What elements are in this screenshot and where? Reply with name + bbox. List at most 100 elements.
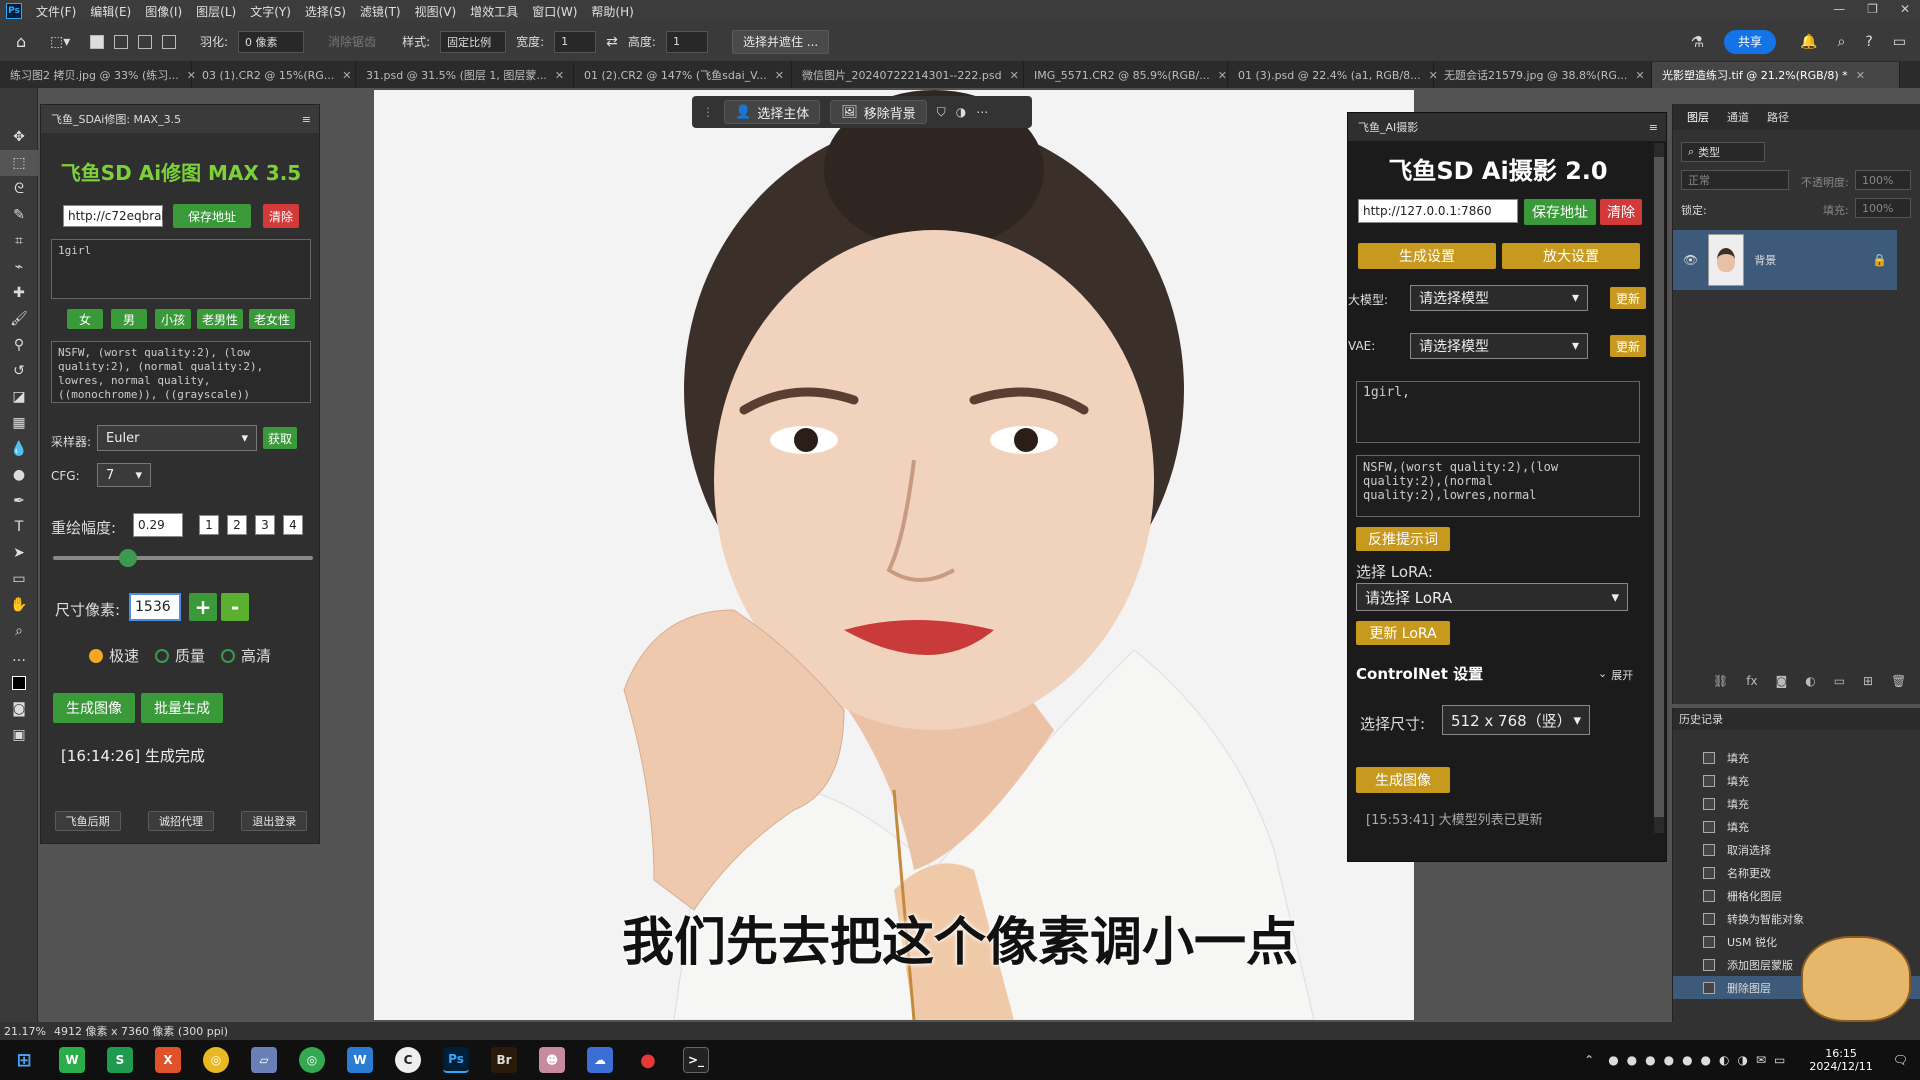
- menu-select[interactable]: 选择(S): [305, 3, 346, 20]
- size-select[interactable]: 512 x 768（竖） ▾: [1442, 705, 1590, 735]
- batch-generate-button[interactable]: 批量生成: [141, 693, 223, 723]
- drag-handle-icon[interactable]: ⋮: [702, 105, 714, 119]
- tab-layers[interactable]: 图层: [1687, 109, 1709, 125]
- panel-scrollbar[interactable]: [1654, 143, 1664, 833]
- doc-tab[interactable]: 01 (2).CR2 @ 147% (飞鱼sdai_V... ✕: [574, 62, 792, 88]
- mode-radio-hd[interactable]: 高清: [221, 645, 271, 666]
- doc-tab[interactable]: 练习图2 拷贝.jpg @ 33% (练习... ✕: [0, 62, 196, 88]
- negative-prompt-textarea[interactable]: NSFW, (worst quality:2), (low quality:2)…: [51, 341, 311, 403]
- save-address-button[interactable]: 保存地址: [1524, 199, 1596, 225]
- history-item[interactable]: 填充: [1673, 815, 1920, 838]
- generate-image-button[interactable]: 生成图像: [1356, 767, 1450, 793]
- move-tool-icon[interactable]: ✥: [0, 124, 38, 150]
- layer-filter-input[interactable]: ⌕ 类型: [1681, 142, 1765, 162]
- lora-select[interactable]: 请选择 LoRA ▾: [1356, 583, 1628, 611]
- tab-paths[interactable]: 路径: [1767, 109, 1789, 125]
- blur-tool-icon[interactable]: 💧: [0, 436, 38, 462]
- style-select[interactable]: 固定比例: [440, 30, 507, 53]
- clear-button[interactable]: 清除: [1600, 199, 1642, 225]
- antialias-checkbox[interactable]: 消除锯齿: [328, 33, 376, 50]
- close-icon[interactable]: ✕: [1900, 2, 1910, 16]
- history-item[interactable]: 转换为智能对象: [1673, 907, 1920, 930]
- doc-tab[interactable]: 无题会话21579.jpg @ 38.8%(RG... ✕: [1434, 62, 1652, 88]
- restore-icon[interactable]: ❐: [1867, 2, 1878, 16]
- dodge-tool-icon[interactable]: ●: [0, 462, 38, 488]
- doc-tab[interactable]: 03 (1).CR2 @ 15%(RG... ✕: [192, 62, 356, 88]
- link-icon[interactable]: ⛓: [1713, 674, 1728, 688]
- flask-icon[interactable]: ⚗: [1691, 33, 1704, 51]
- menu-view[interactable]: 视图(V): [415, 3, 457, 20]
- wechat-icon[interactable]: W: [59, 1047, 85, 1073]
- files-icon[interactable]: ▱: [251, 1047, 277, 1073]
- stamp-tool-icon[interactable]: ⚲: [0, 332, 38, 358]
- eye-icon[interactable]: 👁: [1683, 253, 1698, 267]
- menu-window[interactable]: 窗口(W): [532, 3, 577, 20]
- update-vae-button[interactable]: 更新: [1610, 335, 1646, 357]
- bell-icon[interactable]: 🔔: [1800, 34, 1817, 50]
- avatar-app-icon[interactable]: ☻: [539, 1047, 565, 1073]
- bridge-icon[interactable]: Br: [491, 1047, 517, 1073]
- generate-image-button[interactable]: 生成图像: [53, 693, 135, 723]
- tag-old-man-button[interactable]: 老男性: [197, 309, 243, 329]
- sampler-select[interactable]: Euler ▾: [97, 425, 257, 451]
- c-app-icon[interactable]: C: [395, 1047, 421, 1073]
- update-lora-button[interactable]: 更新 LoRA: [1356, 621, 1450, 645]
- tag-old-woman-button[interactable]: 老女性: [249, 309, 295, 329]
- increase-size-button[interactable]: +: [189, 593, 217, 621]
- intersect-selection-icon[interactable]: [162, 34, 176, 49]
- doc-tab[interactable]: 微信图片_20240722214301--222.psd ✕: [792, 62, 1024, 88]
- preset-3-button[interactable]: 3: [255, 515, 275, 535]
- expand-toggle[interactable]: ⌄ 展开: [1598, 667, 1633, 683]
- feather-input[interactable]: 0 像素: [238, 30, 305, 53]
- doc-tab[interactable]: 01 (3).psd @ 22.4% (a1, RGB/8... ✕: [1228, 62, 1438, 88]
- app-x-icon[interactable]: X: [155, 1047, 181, 1073]
- chrome-alt-icon[interactable]: ◎: [299, 1047, 325, 1073]
- select-subject-button[interactable]: 👤 选择主体: [724, 100, 821, 124]
- panel-menu-icon[interactable]: ≡: [302, 113, 311, 126]
- opacity-input[interactable]: 100%: [1855, 170, 1911, 190]
- lasso-tool-icon[interactable]: ᘓ: [0, 176, 38, 202]
- more-icon[interactable]: ⋯: [976, 105, 988, 119]
- update-model-button[interactable]: 更新: [1610, 287, 1646, 309]
- close-icon[interactable]: ✕: [1635, 69, 1644, 82]
- cfg-select[interactable]: 7 ▾: [97, 463, 151, 487]
- subtract-selection-icon[interactable]: [138, 34, 152, 49]
- fetch-button[interactable]: 获取: [263, 427, 297, 449]
- tag-female-button[interactable]: 女: [67, 309, 103, 329]
- record-icon[interactable]: ●: [635, 1047, 661, 1073]
- minimize-icon[interactable]: —: [1833, 2, 1845, 16]
- generation-settings-tab[interactable]: 生成设置: [1358, 243, 1496, 269]
- tag-male-button[interactable]: 男: [111, 309, 147, 329]
- panel-menu-icon[interactable]: ≡: [1649, 121, 1658, 134]
- screen-mode-icon[interactable]: ▣: [0, 722, 38, 748]
- doc-tab[interactable]: IMG_5571.CR2 @ 85.9%(RGB/... ✕: [1024, 62, 1228, 88]
- upscale-settings-tab[interactable]: 放大设置: [1502, 243, 1640, 269]
- new-selection-icon[interactable]: [90, 34, 104, 49]
- add-mask-icon[interactable]: ◙: [1776, 674, 1788, 688]
- close-icon[interactable]: ✕: [555, 69, 564, 82]
- recruit-agent-button[interactable]: 诚招代理: [147, 811, 214, 831]
- eyedropper-icon[interactable]: ⌁: [0, 254, 38, 280]
- color-swatch-icon[interactable]: [0, 670, 38, 696]
- mode-radio-fast[interactable]: 极速: [89, 645, 139, 666]
- layer-row-background[interactable]: 👁 背景 🔒: [1673, 230, 1897, 290]
- menu-image[interactable]: 图像(I): [145, 3, 182, 20]
- mode-radio-quality[interactable]: 质量: [155, 645, 205, 666]
- model-select[interactable]: 请选择模型 ▾: [1410, 285, 1588, 311]
- history-item[interactable]: 填充: [1673, 769, 1920, 792]
- menu-edit[interactable]: 编辑(E): [90, 3, 131, 20]
- negative-prompt-textarea[interactable]: NSFW,(worst quality:2),(low quality:2),(…: [1356, 455, 1640, 517]
- marquee-tool-icon[interactable]: ⬚▾: [50, 34, 80, 50]
- new-layer-icon[interactable]: ⊞: [1863, 674, 1873, 688]
- tab-channels[interactable]: 通道: [1727, 109, 1749, 125]
- reverse-prompt-button[interactable]: 反推提示词: [1356, 527, 1450, 551]
- document-canvas[interactable]: [374, 90, 1414, 1020]
- help-icon[interactable]: ?: [1865, 34, 1872, 50]
- add-selection-icon[interactable]: [114, 34, 128, 49]
- menu-filter[interactable]: 滤镜(T): [360, 3, 401, 20]
- notification-icon[interactable]: 🗨: [1893, 1053, 1908, 1067]
- folder-icon[interactable]: ▭: [1834, 674, 1845, 688]
- chevron-up-icon[interactable]: ⌃: [1584, 1053, 1594, 1067]
- swap-icon[interactable]: ⇄: [606, 34, 618, 50]
- remove-background-button[interactable]: 🖼 移除背景: [830, 100, 927, 124]
